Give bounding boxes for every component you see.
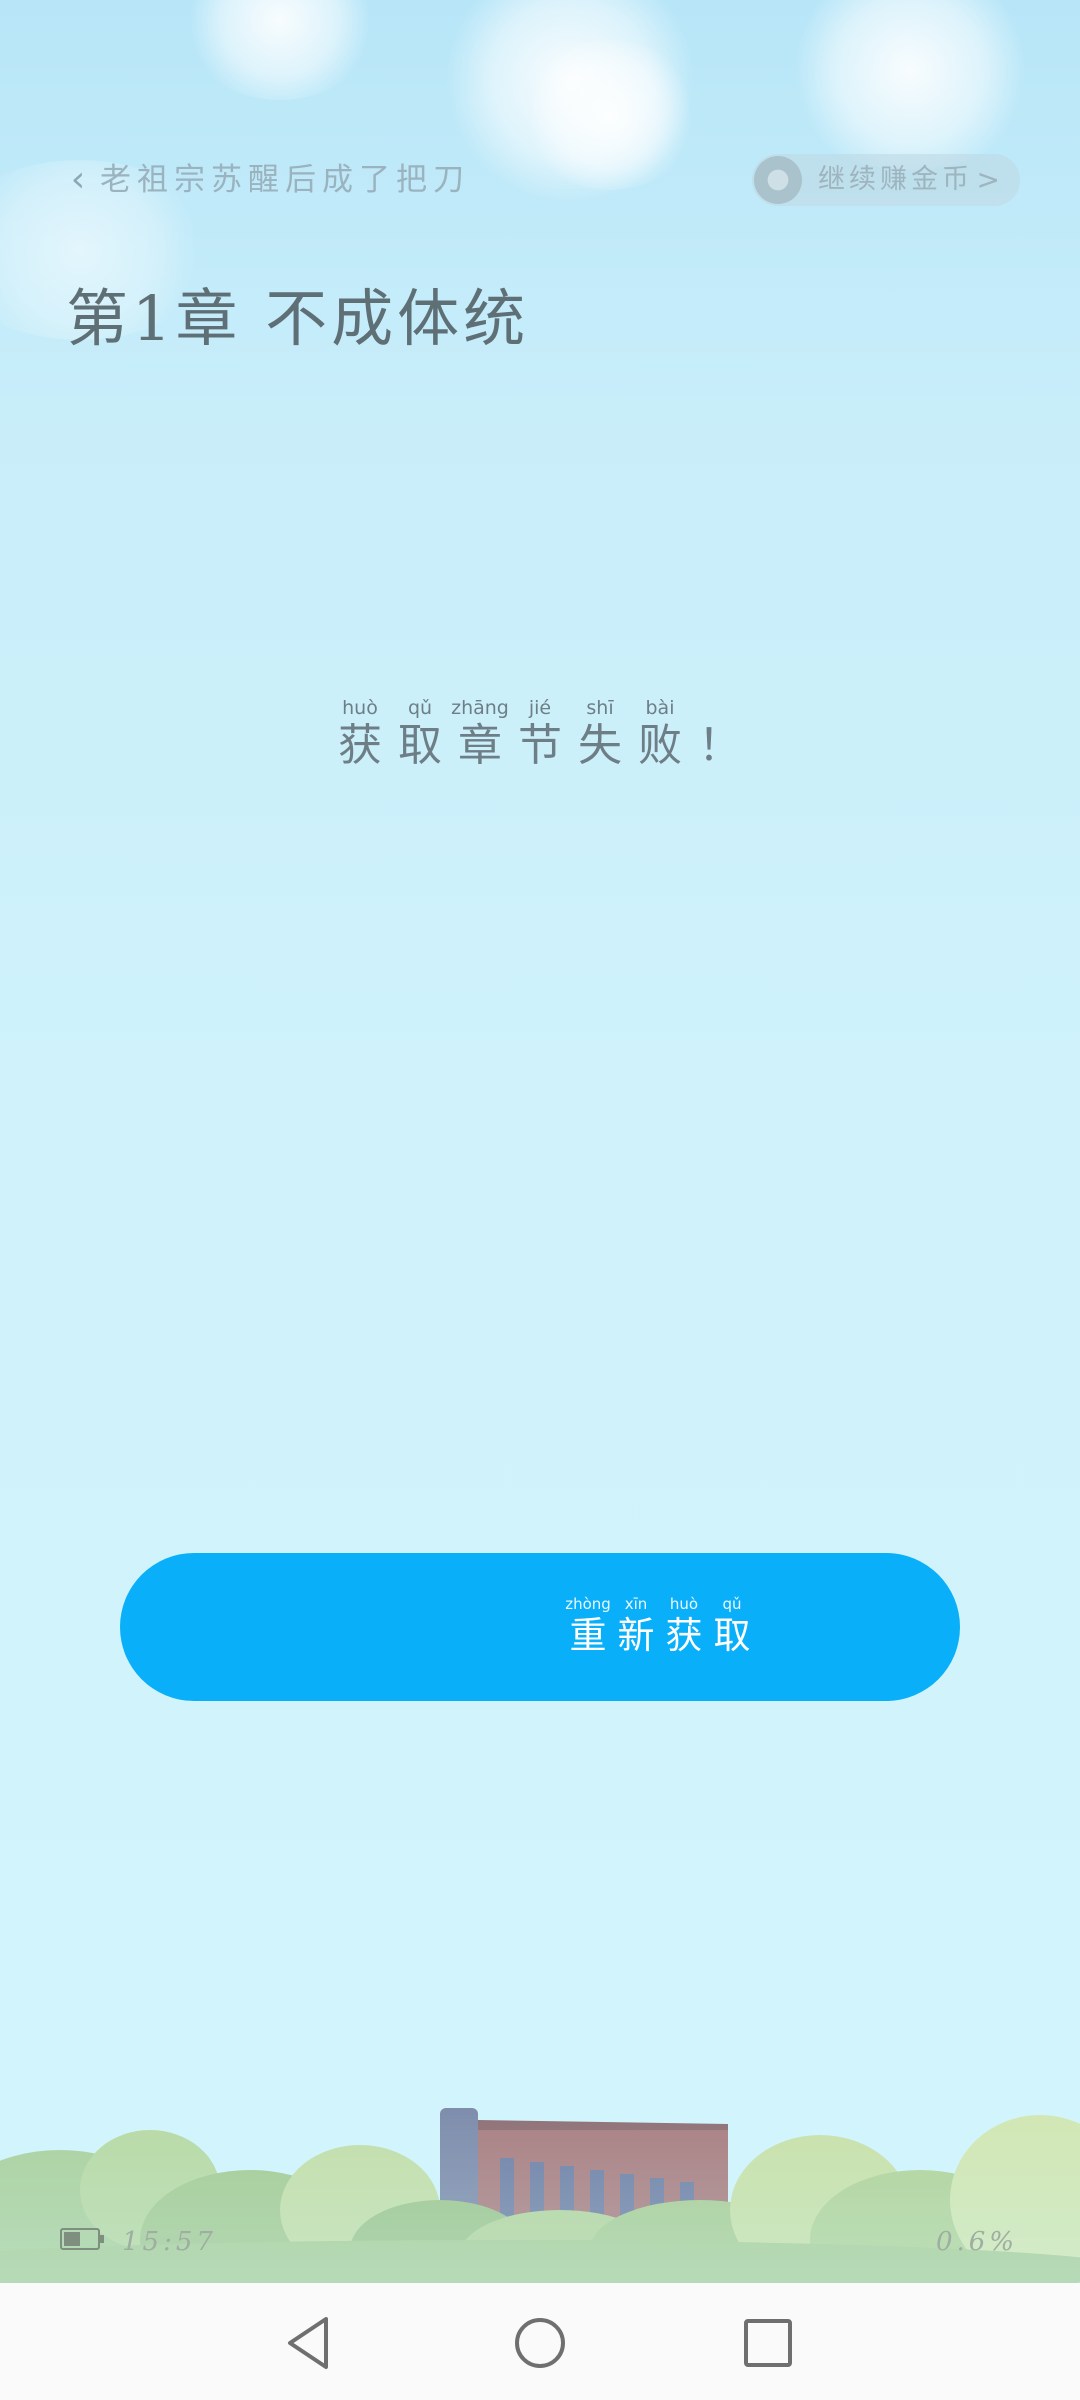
- retry-label-hanzi: 新: [617, 1614, 655, 1657]
- error-message-hanzi: 败: [638, 720, 682, 771]
- retry-label-pinyin: zhòng: [565, 1595, 611, 1613]
- retry-button-label: zhòng 重 xīn 新 huò 获 qǔ 取: [120, 1596, 1080, 1657]
- battery-icon: [60, 2228, 104, 2250]
- coin-icon: [754, 156, 802, 204]
- error-message-pinyin: jié: [528, 697, 552, 719]
- error-message-pinyin: bài: [645, 697, 675, 719]
- back-button[interactable]: ‹: [58, 158, 98, 202]
- clock-time: 15:57: [122, 2227, 217, 2257]
- retry-label-char: zhòng 重: [564, 1596, 612, 1657]
- retry-button[interactable]: zhòng 重 xīn 新 huò 获 qǔ 取: [120, 1553, 960, 1701]
- error-message-char: qǔ 取: [390, 698, 450, 770]
- reading-progress: 0.6%: [935, 2227, 1018, 2257]
- nav-home-button[interactable]: [500, 2303, 580, 2383]
- error-message-char: shī 失: [570, 698, 630, 770]
- retry-label-hanzi: 重: [569, 1614, 607, 1657]
- error-message-char: ！: [690, 698, 750, 770]
- chevron-left-icon: ‹: [70, 159, 86, 200]
- retry-label-pinyin: xīn: [624, 1595, 648, 1613]
- error-message-pinyin: shī: [586, 697, 614, 719]
- error-message-hanzi: 取: [398, 720, 442, 771]
- retry-label-hanzi: 获: [665, 1614, 703, 1657]
- book-title[interactable]: 老祖宗苏醒后成了把刀: [100, 154, 470, 206]
- error-message-hanzi: 获: [338, 720, 382, 771]
- square-recents-icon: [744, 2319, 792, 2367]
- error-message-hanzi: ！: [698, 720, 742, 771]
- earn-coins-button[interactable]: 继续赚金币 >: [752, 154, 1020, 206]
- cloud-decoration: [180, 0, 380, 100]
- error-message-char: bài 败: [630, 698, 690, 770]
- nav-back-button[interactable]: [270, 2303, 350, 2383]
- circle-home-icon: [515, 2318, 565, 2368]
- error-message-char: zhāng 章: [450, 698, 510, 770]
- retry-label-hanzi: 取: [713, 1614, 751, 1657]
- triangle-back-icon: [288, 2317, 328, 2369]
- reader-status-row: 15:57 0.6%: [0, 2222, 1080, 2262]
- chevron-right-icon: >: [976, 163, 1000, 196]
- retry-label-char: qǔ 取: [708, 1596, 756, 1657]
- retry-label-pinyin: huò: [669, 1595, 699, 1613]
- error-message-hanzi: 章: [458, 720, 502, 771]
- retry-label-pinyin: qǔ: [722, 1595, 742, 1613]
- reader-screen: ‹ 老祖宗苏醒后成了把刀 继续赚金币 > 第1章 不成体统 huò 获 qǔ 取 zhā…: [0, 0, 1080, 2400]
- error-message-hanzi: 失: [578, 720, 622, 771]
- error-message-char: jié 节: [510, 698, 570, 770]
- reader-top-bar: ‹ 老祖宗苏醒后成了把刀 继续赚金币 >: [0, 140, 1080, 220]
- error-message-pinyin: zhāng: [451, 697, 509, 719]
- error-message-pinyin: huò: [342, 697, 378, 719]
- nav-recents-button[interactable]: [728, 2303, 808, 2383]
- retry-label-char: xīn 新: [612, 1596, 660, 1657]
- error-message-char: huò 获: [330, 698, 390, 770]
- error-message-hanzi: 节: [518, 720, 562, 771]
- chapter-title: 第1章 不成体统: [66, 282, 530, 355]
- error-message-pinyin: qǔ: [407, 697, 433, 719]
- error-message-pinyin: [690, 698, 750, 722]
- system-navigation-bar: [0, 2283, 1080, 2400]
- earn-coins-label: 继续赚金币: [818, 164, 973, 195]
- load-error-message: huò 获 qǔ 取 zhāng 章 jié 节 shī 失 bài 败！: [0, 698, 1080, 770]
- retry-label-char: huò 获: [660, 1596, 708, 1657]
